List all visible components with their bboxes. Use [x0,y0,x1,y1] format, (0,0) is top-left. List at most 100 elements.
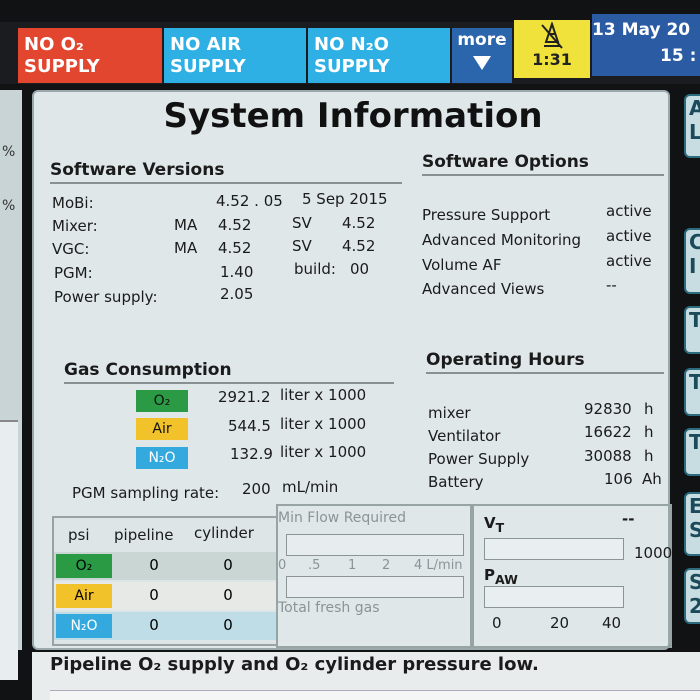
more-label: more [457,30,507,50]
right-tab-label: C I [689,230,700,278]
silence-timer[interactable]: 1:31 [514,20,590,78]
alarm-bell-icon [541,22,563,49]
alarm-line1: NO N₂O [314,34,389,55]
unit-label: % [2,198,16,214]
right-tab[interactable]: S 2 [684,568,700,624]
option-status: active [606,202,652,220]
flow-tick: 2 [382,558,391,573]
table-row: N₂O 0 0 [54,612,276,640]
paw-bar [484,586,624,608]
version-row-c: SV [292,237,312,255]
hours-value: 92830 [584,400,632,418]
version-row-value: 4.52 . 05 [216,192,283,210]
flow-tick: 4 L/min [414,558,463,573]
vt-subscript: T [495,520,505,535]
min-flow-label: Min Flow Required [278,510,407,526]
version-row-value: 4.52 [218,239,252,257]
version-row-d: 00 [350,260,370,278]
right-tab[interactable]: T [684,306,700,354]
alarm-message: Pipeline O₂ supply and O₂ cylinder press… [50,654,539,675]
cylinder-value: 0 [223,586,233,604]
flow-tick: 1 [348,558,357,573]
option-status: -- [606,276,617,294]
version-row-d: 4.52 [342,237,376,255]
left-edge-panel: % % [0,90,22,680]
version-row-value: 4.52 [218,216,252,234]
gas-unit: liter x 1000 [280,386,367,404]
hours-unit: Ah [642,470,662,488]
timer-value: 1:31 [532,50,572,69]
gas-label-air: Air [56,584,112,608]
sampling-rate-value: 200 [242,480,271,498]
hours-name: Battery [428,473,484,491]
option-name: Advanced Views [422,280,545,298]
right-tab-label: T [689,370,700,394]
alarm-no-n2o-supply[interactable]: NO N₂O SUPPLY [308,28,450,83]
alarm-no-o2-supply[interactable]: NO O₂ SUPPLY [18,28,162,83]
paw-tick: 20 [550,614,570,632]
vt-letter: V [484,514,496,532]
table-header: psi [68,526,90,544]
version-row-a: MA [174,216,198,234]
software-options-heading: Software Options [422,152,664,176]
pipeline-pressure-table: psi pipeline cylinder O₂ 0 0 Air 0 0 N₂O… [52,516,278,646]
alarm-no-air-supply[interactable]: NO AIR SUPPLY [164,28,306,83]
total-fresh-gas-bar [286,576,464,598]
cylinder-value: 0 [223,556,233,574]
hours-value: 106 [604,470,633,488]
time-text: 15 : [660,46,697,66]
gas-consumption-heading: Gas Consumption [64,360,394,384]
right-tab-label: S 2 [689,570,700,618]
paw-subscript: AW [495,572,518,587]
version-row-value: 1.40 [220,263,254,281]
table-row: O₂ 0 0 [54,552,276,580]
pipeline-value: 0 [149,586,159,604]
more-alarms-button[interactable]: more [452,28,512,83]
page-title: System Information [163,96,543,136]
flow-tick: .5 [308,558,321,573]
min-flow-bar [286,534,464,556]
version-row-value: 2.05 [220,285,254,303]
alarm-line1: NO AIR [170,34,242,55]
right-tab[interactable]: T [684,368,700,416]
option-name: Pressure Support [422,206,551,224]
chevron-down-icon [473,56,491,70]
gas-label-air: Air [136,418,188,440]
right-tab[interactable]: T [684,428,700,476]
gas-value: 2921.2 [218,388,271,406]
left-edge-inner [0,420,18,680]
version-row-c: SV [292,214,312,232]
version-row-d: 4.52 [342,214,376,232]
hours-unit: h [644,423,654,441]
table-row: Air 0 0 [54,582,276,610]
hours-name: Ventilator [428,427,501,445]
paw-tick: 0 [492,614,502,632]
right-tab-label: E S [689,494,700,542]
vt-value: -- [622,510,635,528]
vt-label: VT [484,514,504,535]
alarm-line2: SUPPLY [24,56,100,77]
gas-label-o2: O₂ [136,390,188,412]
fresh-gas-flow-panel: Min Flow Required 0 .5 1 2 4 L/min Total… [276,504,472,648]
unit-label: % [2,144,16,160]
version-row-date: 5 Sep 2015 [302,190,388,208]
right-tab[interactable]: E S [684,492,700,556]
right-tab-label: A L [689,96,700,144]
pipeline-value: 0 [149,556,159,574]
cylinder-value: 0 [223,616,233,634]
right-tab[interactable]: A L [684,94,700,158]
message-divider [50,690,700,700]
version-row-name: PGM: [54,264,93,282]
hours-value: 30088 [584,447,632,465]
vt-paw-panel: VT -- 1000 PAW 0 20 40 [472,504,672,648]
sampling-rate-label: PGM sampling rate: [72,484,220,502]
version-row-c: build: [294,260,336,278]
hours-unit: h [644,400,654,418]
right-tab-label: T [689,308,700,332]
version-row-name: Mixer: [52,217,98,235]
operating-hours-heading: Operating Hours [426,350,664,374]
vt-max: 1000 [634,544,673,562]
right-tab[interactable]: C I [684,228,700,294]
version-row-name: MoBi: [52,194,94,212]
option-status: active [606,252,652,270]
